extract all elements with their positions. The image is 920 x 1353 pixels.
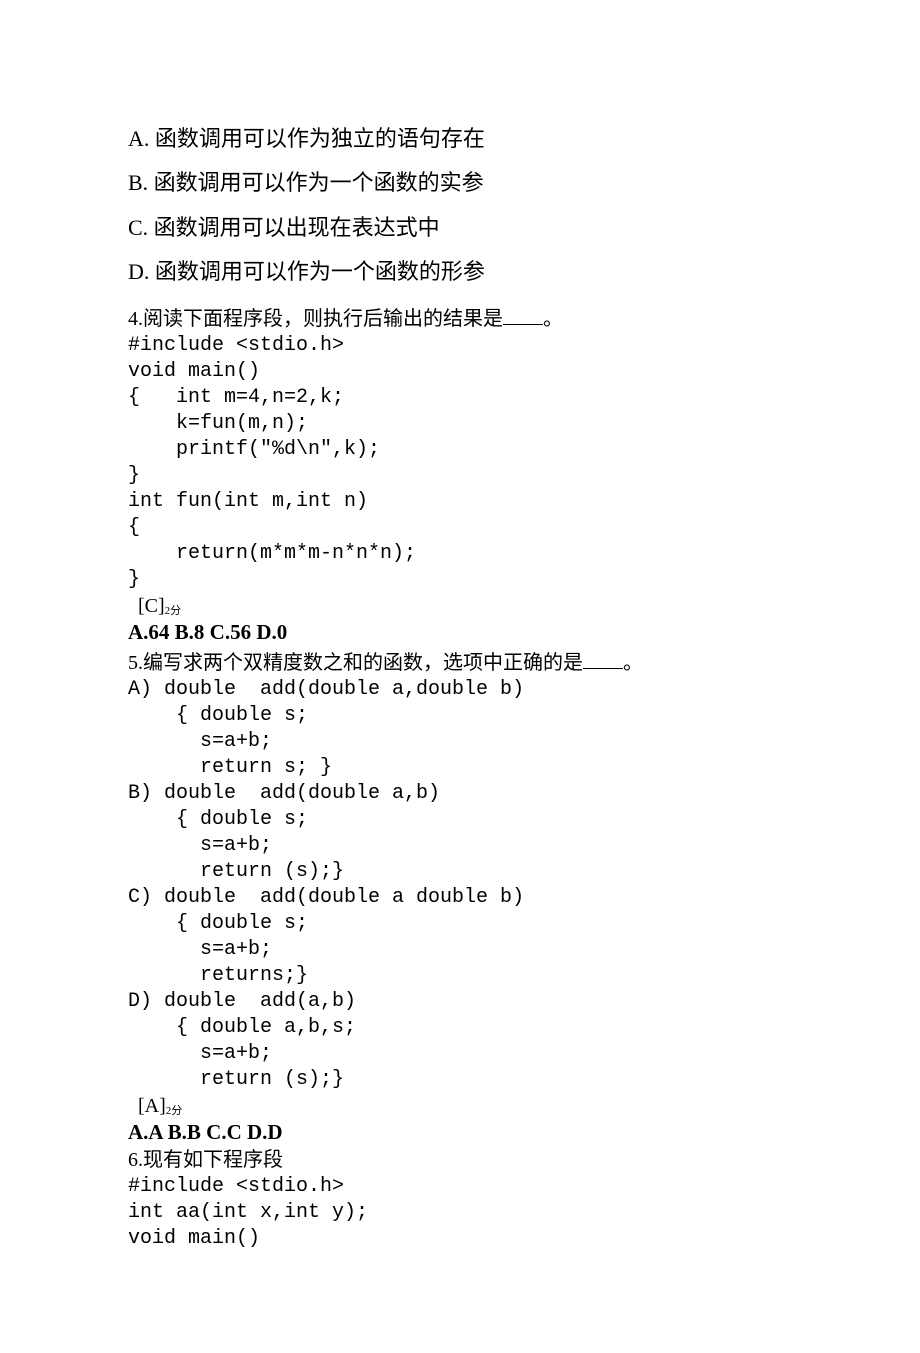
q4-code-3: k=fun(m,n); [128,412,920,436]
q5-line-5: { double s; [128,808,920,832]
q6-stem: 6.现有如下程序段 [128,1148,920,1172]
q4-code-6: int fun(int m,int n) [128,490,920,514]
q5-line-14: s=a+b; [128,1042,920,1066]
q5-line-3: return s; } [128,756,920,780]
q4-stem-post: 。 [543,308,563,330]
q5-stem-pre: 5.编写求两个双精度数之和的函数，选项中正确的是 [128,652,583,674]
q5-line-15: return (s);} [128,1068,920,1092]
q4-answer: [C]2分 [128,594,920,618]
q4-choices: A.64 B.8 C.56 D.0 [128,620,920,645]
q6-code-0: #include <stdio.h> [128,1175,920,1199]
q4-code-7: { [128,516,920,540]
q4-code-5: } [128,464,920,488]
q5-line-6: s=a+b; [128,834,920,858]
q5-line-11: returns;} [128,964,920,988]
q4-stem-pre: 4.阅读下面程序段，则执行后输出的结果是 [128,308,503,330]
q5-line-1: { double s; [128,704,920,728]
q4-code-0: #include <stdio.h> [128,334,920,358]
q4-answer-label: [C] [138,595,165,617]
blank [583,648,623,669]
q5-line-13: { double a,b,s; [128,1016,920,1040]
q3-option-a: A. 函数调用可以作为独立的语句存在 [128,126,920,152]
q5-line-0: A) double add(double a,double b) [128,678,920,702]
q5-answer-points: 2分 [166,1105,183,1117]
q5-line-9: { double s; [128,912,920,936]
q5-line-12: D) double add(a,b) [128,990,920,1014]
q4-code-9: } [128,568,920,592]
q5-stem: 5.编写求两个双精度数之和的函数，选项中正确的是 。 [128,648,920,675]
q5-line-4: B) double add(double a,b) [128,782,920,806]
q6-code-2: void main() [128,1227,920,1251]
blank [503,304,543,325]
q5-line-10: s=a+b; [128,938,920,962]
q4-code-1: void main() [128,360,920,384]
q5-answer-label: [A] [138,1095,166,1117]
q4-code-4: printf("%d\n",k); [128,438,920,462]
q5-stem-post: 。 [623,652,643,674]
q3-option-b: B. 函数调用可以作为一个函数的实参 [128,170,920,196]
q5-line-7: return (s);} [128,860,920,884]
q5-line-2: s=a+b; [128,730,920,754]
q5-answer: [A]2分 [128,1094,920,1118]
q5-choices: A.A B.B C.C D.D [128,1120,920,1145]
q4-stem: 4.阅读下面程序段，则执行后输出的结果是 。 [128,304,920,331]
q3-option-d: D. 函数调用可以作为一个函数的形参 [128,259,920,285]
q4-answer-points: 2分 [165,605,182,617]
q5-line-8: C) double add(double a double b) [128,886,920,910]
q4-code-2: { int m=4,n=2,k; [128,386,920,410]
q4-code-8: return(m*m*m-n*n*n); [128,542,920,566]
q3-option-c: C. 函数调用可以出现在表达式中 [128,215,920,241]
q6-code-1: int aa(int x,int y); [128,1201,920,1225]
